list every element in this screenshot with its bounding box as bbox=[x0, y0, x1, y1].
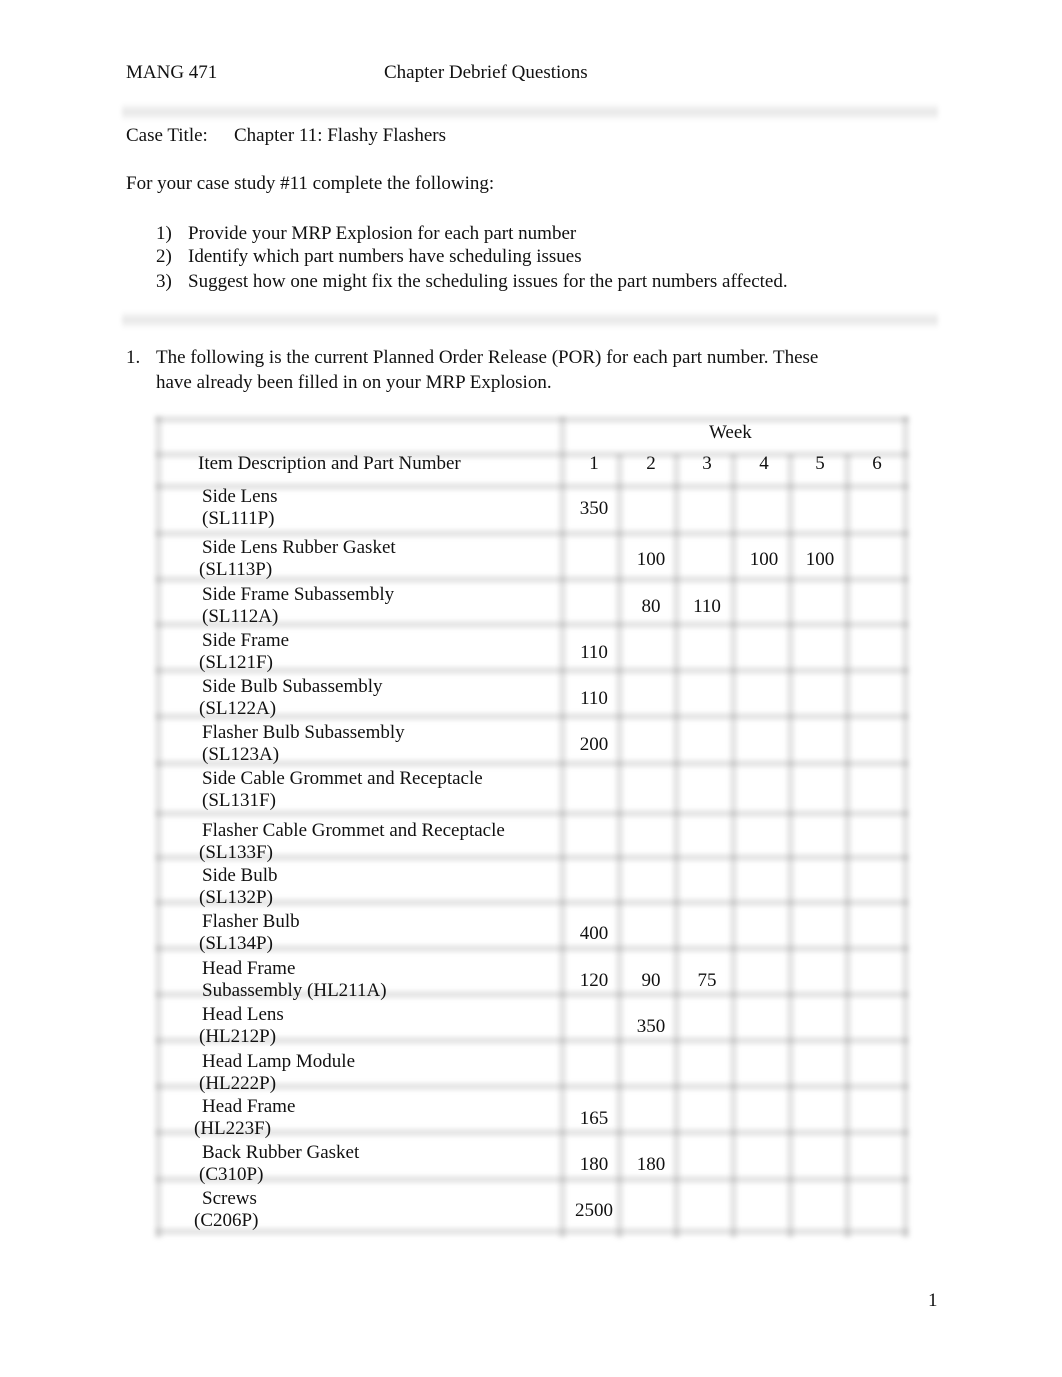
week-number-header: 5 bbox=[815, 453, 825, 474]
por-quantity: 100 bbox=[805, 549, 835, 570]
question-number: 1. bbox=[126, 347, 141, 368]
por-quantity: 110 bbox=[580, 642, 608, 663]
question-text-line1: The following is the current Planned Ord… bbox=[156, 347, 819, 368]
item-description: Side Bulb Subassembly bbox=[202, 676, 383, 697]
part-number: (SL133F) bbox=[199, 842, 273, 863]
por-quantity: 100 bbox=[636, 549, 666, 570]
part-number: (HL223F) bbox=[194, 1118, 272, 1139]
item-description: Screws bbox=[202, 1188, 257, 1209]
part-number: (C310P) bbox=[199, 1164, 264, 1185]
part-number: (SL131F) bbox=[202, 790, 276, 811]
por-table: Week Item Description and Part Number 1 2 3 4… bbox=[155, 416, 909, 1238]
task-item: 3) Suggest how one might fix the scheduli… bbox=[156, 271, 788, 293]
table-column-divider bbox=[559, 416, 566, 1238]
item-description: Head Frame bbox=[202, 1096, 296, 1117]
item-description: Flasher Bulb bbox=[202, 911, 300, 932]
case-title: Chapter 11: Flashy Flashers bbox=[234, 125, 446, 146]
item-description: Head Frame bbox=[202, 958, 296, 979]
task-number: 3) bbox=[156, 271, 172, 292]
part-number: (SL111P) bbox=[202, 508, 275, 529]
part-number: (C206P) bbox=[194, 1210, 259, 1231]
course-code: MANG 471 bbox=[126, 62, 218, 83]
part-number: (SL121F) bbox=[199, 652, 273, 673]
task-number: 2) bbox=[156, 246, 172, 267]
item-description: Side Frame bbox=[202, 630, 290, 651]
part-number: (SL123A) bbox=[202, 744, 280, 765]
part-number: (SL112A) bbox=[202, 606, 279, 627]
table-column-divider bbox=[787, 454, 794, 1238]
por-quantity: 75 bbox=[697, 970, 717, 991]
por-quantity: 165 bbox=[579, 1108, 609, 1129]
item-description: Side Cable Grommet and Receptacle bbox=[202, 768, 483, 789]
table-column-divider bbox=[902, 416, 909, 1238]
intro-text: For your case study #11 complete the fol… bbox=[126, 173, 495, 194]
case-title-label: Case Title: bbox=[126, 125, 208, 146]
item-header: Item Description and Part Number bbox=[198, 453, 461, 474]
por-quantity: 110 bbox=[580, 688, 608, 709]
table-row-divider bbox=[155, 1228, 909, 1235]
page-number: 1 bbox=[928, 1290, 938, 1311]
por-quantity: 120 bbox=[579, 970, 609, 991]
por-quantity: 350 bbox=[636, 1016, 666, 1037]
section-divider bbox=[122, 311, 938, 329]
table-column-divider bbox=[730, 454, 737, 1238]
table-row-divider bbox=[155, 1176, 909, 1183]
week-number-header: 6 bbox=[872, 453, 882, 474]
part-number: (HL222P) bbox=[199, 1073, 277, 1094]
item-description: Head Lamp Module bbox=[202, 1051, 356, 1072]
document-title: Chapter Debrief Questions bbox=[384, 62, 588, 83]
part-number: (SL113P) bbox=[199, 559, 273, 580]
por-quantity: 2500 bbox=[575, 1200, 613, 1221]
item-description: Flasher Bulb Subassembly bbox=[202, 722, 405, 743]
item-description: Side Bulb bbox=[202, 865, 278, 886]
item-description: Side Lens Rubber Gasket bbox=[202, 537, 396, 558]
por-quantity: 180 bbox=[636, 1154, 666, 1175]
week-number-header: 1 bbox=[589, 453, 599, 474]
week-number-header: 3 bbox=[702, 453, 712, 474]
question-text-line2: have already been filled in on your MRP … bbox=[156, 372, 552, 393]
por-quantity: 80 bbox=[641, 596, 661, 617]
item-description: Back Rubber Gasket bbox=[202, 1142, 360, 1163]
part-number: (SL132P) bbox=[199, 887, 273, 908]
part-number: Subassembly (HL211A) bbox=[202, 980, 387, 1001]
item-description: Head Lens bbox=[202, 1004, 284, 1025]
task-text: Provide your MRP Explosion for each part… bbox=[188, 223, 577, 244]
item-description: Side Frame Subassembly bbox=[202, 584, 395, 605]
week-number-header: 2 bbox=[646, 453, 656, 474]
por-quantity: 90 bbox=[641, 970, 661, 991]
table-column-divider bbox=[673, 454, 680, 1238]
header-divider bbox=[122, 103, 938, 121]
part-number: (SL134P) bbox=[199, 933, 273, 954]
item-description: Side Lens bbox=[202, 486, 278, 507]
task-item: 2) Identify which part numbers have sched… bbox=[156, 246, 582, 268]
table-column-divider bbox=[844, 454, 851, 1238]
por-quantity: 180 bbox=[579, 1154, 609, 1175]
part-number: (HL212P) bbox=[199, 1026, 277, 1047]
table-row-divider bbox=[155, 530, 909, 537]
por-quantity: 200 bbox=[579, 734, 609, 755]
week-number-header: 4 bbox=[759, 453, 769, 474]
part-number: (SL122A) bbox=[199, 698, 277, 719]
table-column-divider bbox=[155, 416, 162, 1238]
por-quantity: 100 bbox=[749, 549, 779, 570]
por-quantity: 350 bbox=[579, 498, 609, 519]
week-header: Week bbox=[709, 422, 752, 443]
task-text: Identify which part numbers have schedul… bbox=[188, 246, 582, 267]
task-number: 1) bbox=[156, 223, 172, 244]
task-text: Suggest how one might fix the scheduling… bbox=[188, 271, 788, 292]
task-item: 1) Provide your MRP Explosion for each pa… bbox=[156, 223, 576, 245]
por-quantity: 400 bbox=[579, 923, 609, 944]
por-quantity: 110 bbox=[693, 596, 721, 617]
item-description: Flasher Cable Grommet and Receptacle bbox=[202, 820, 505, 841]
table-row-divider bbox=[155, 416, 909, 423]
